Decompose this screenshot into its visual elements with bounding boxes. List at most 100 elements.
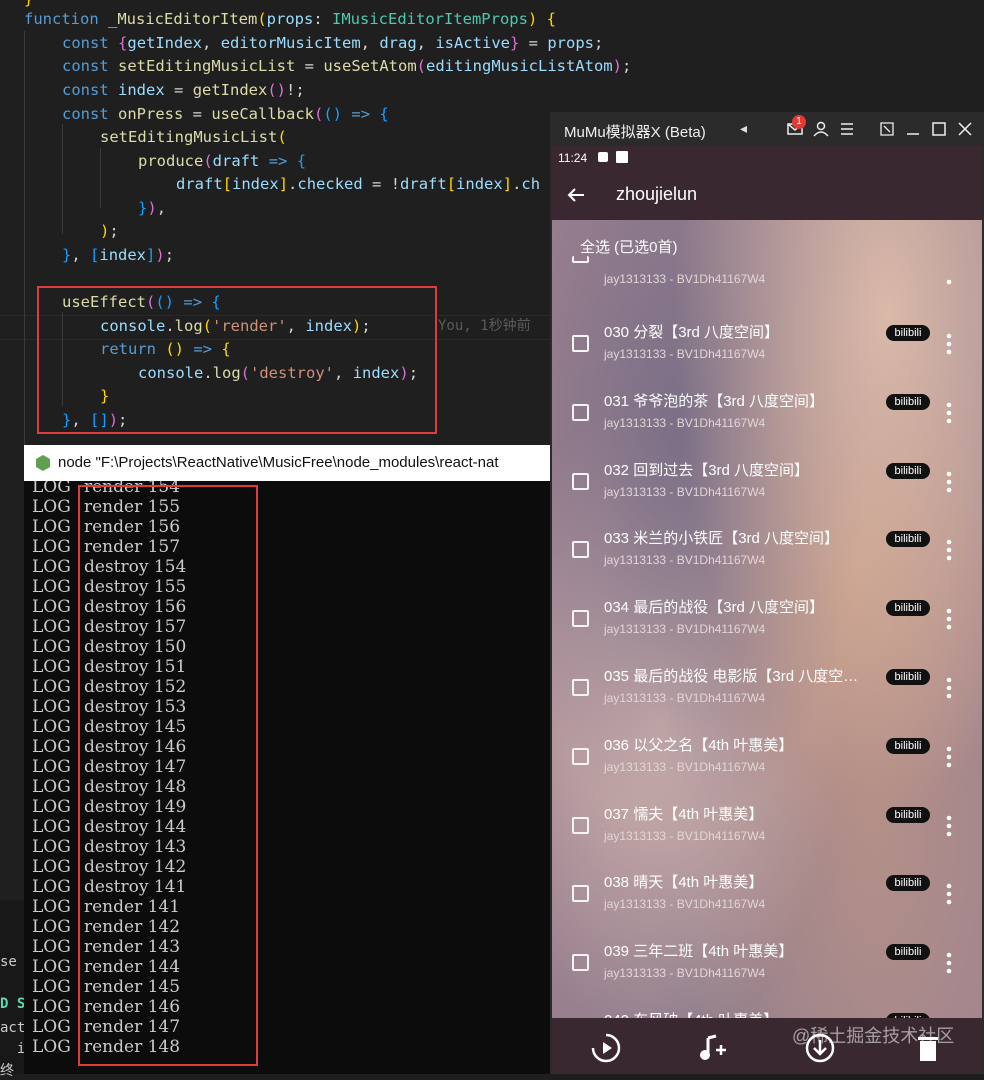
more-options-icon[interactable]: [946, 815, 952, 837]
more-options-icon[interactable]: [946, 883, 952, 905]
minimize-icon[interactable]: [904, 120, 922, 138]
log-level: LOG: [32, 757, 71, 777]
log-level: LOG: [32, 937, 71, 957]
checkbox[interactable]: [572, 256, 589, 263]
status-time: 11:24: [558, 151, 588, 165]
track-title: 030 分裂【3rd 八度空间】: [604, 324, 780, 341]
log-level: LOG: [32, 537, 71, 557]
checkbox[interactable]: [572, 541, 589, 559]
checkbox[interactable]: [572, 954, 589, 972]
app-title: zhoujielun: [616, 184, 698, 204]
track-subtitle: jay1313133 - BV1Dh41167W4: [604, 759, 766, 774]
fullscreen-icon[interactable]: [878, 120, 896, 138]
fragment-text: in: [16, 1041, 24, 1057]
code-line: const onPress = useCallback(() => {: [62, 105, 389, 123]
more-options-icon[interactable]: [946, 539, 952, 561]
track-subtitle: jay1313133 - BV1Dh41167W4: [604, 691, 766, 705]
indent-guide: [100, 148, 101, 208]
checkbox[interactable]: [572, 885, 589, 903]
source-badge: bilibili: [886, 875, 930, 892]
background-terminal-fragment: se D S act in 终: [0, 900, 24, 1079]
code-line: const setEditingMusicList = useSetAtom(e…: [62, 57, 632, 75]
list-item[interactable]: 034 最后的战役【3rd 八度空间】 jay1313133 - BV1Dh411…: [552, 582, 982, 651]
more-options-icon[interactable]: [946, 402, 952, 424]
track-title: 034 最后的战役【3rd 八度空间】: [604, 599, 825, 617]
log-level: LOG: [32, 837, 71, 857]
indent-guide: [62, 124, 63, 234]
track-title: 033 米兰的小铁匠【3rd 八度空间】: [604, 530, 840, 548]
source-badge: bilibili: [886, 806, 930, 823]
code-line: const {getIndex, editorMusicItem, drag, …: [62, 34, 604, 52]
log-level: LOG: [32, 737, 71, 757]
more-options-icon[interactable]: [946, 677, 952, 699]
list-item[interactable]: 035 最后的战役 电影版【3rd 八度空间】 jay1313133 - BV1D…: [552, 651, 982, 720]
app-notification-icon: [598, 152, 608, 162]
log-level: LOG: [32, 637, 71, 657]
log-level: LOG: [32, 877, 71, 897]
log-level: LOG: [32, 917, 71, 937]
track-subtitle: jay1313133 - BV1Dh41167W4: [604, 828, 766, 843]
more-options-icon[interactable]: [946, 471, 952, 493]
terminal-titlebar[interactable]: node "F:\Projects\ReactNative\MusicFree\…: [24, 445, 554, 481]
more-options-icon[interactable]: [946, 333, 952, 355]
menu-icon[interactable]: [838, 120, 856, 138]
list-item[interactable]: 036 以父之名【4th 叶惠美】 jay1313133 - BV1Dh41167…: [552, 720, 982, 789]
list-item[interactable]: 038 晴天【4th 叶惠美】 jay1313133 - BV1Dh41167W4…: [552, 857, 982, 926]
terminal-title: node "F:\Projects\ReactNative\MusicFree\…: [58, 454, 499, 471]
code-line: setEditingMusicList(: [100, 128, 287, 146]
back-arrow-icon[interactable]: [566, 185, 586, 205]
log-level: LOG: [32, 517, 71, 537]
fragment-text: 终: [0, 1063, 14, 1079]
highlight-box: [37, 286, 437, 434]
play-next-icon[interactable]: [590, 1032, 622, 1064]
maximize-icon[interactable]: [930, 120, 948, 138]
checkbox[interactable]: [572, 816, 589, 834]
android-screen[interactable]: 11:24 zhoujielun 全选 (已选0首) jay1313133 - …: [552, 146, 982, 1074]
close-icon[interactable]: [956, 120, 974, 138]
log-level: LOG: [32, 557, 71, 577]
checkbox[interactable]: [572, 335, 589, 352]
log-level: LOG: [32, 657, 71, 677]
app-bar: zhoujielun: [552, 170, 982, 220]
list-item[interactable]: 030 分裂【3rd 八度空间】 jay1313133 - BV1Dh41167W…: [552, 307, 982, 376]
more-options-icon[interactable]: [946, 608, 952, 630]
log-level: LOG: [32, 481, 71, 497]
checkbox[interactable]: [572, 679, 589, 696]
log-level: LOG: [32, 777, 71, 797]
track-title: 031 爷爷泡的茶【3rd 八度空间】: [604, 392, 825, 410]
list-item[interactable]: 033 米兰的小铁匠【3rd 八度空间】 jay1313133 - BV1Dh41…: [552, 513, 982, 582]
code-line: produce(draft => {: [138, 152, 307, 170]
source-badge: bilibili: [886, 531, 930, 548]
watermark: @稀土掘金技术社区: [792, 1026, 955, 1046]
track-title: 037 懦夫【4th 叶惠美】: [604, 805, 764, 823]
checkbox[interactable]: [572, 472, 589, 490]
log-level: LOG: [32, 717, 71, 737]
log-level: LOG: [32, 697, 71, 717]
code-line: }),: [138, 199, 167, 217]
list-item[interactable]: 032 回到过去【3rd 八度空间】 jay1313133 - BV1Dh4116…: [552, 445, 982, 514]
more-options-icon[interactable]: [946, 746, 952, 768]
more-options-icon[interactable]: [946, 274, 952, 285]
track-subtitle: jay1313133 - BV1Dh41167W4: [604, 347, 766, 361]
emulator-titlebar[interactable]: MuMu模拟器X (Beta) ◂ 1: [550, 112, 984, 146]
mumu-emulator-window[interactable]: MuMu模拟器X (Beta) ◂ 1 11:24 zhoujielun 全选 …: [550, 112, 984, 1074]
more-options-icon[interactable]: [946, 952, 952, 974]
checkbox[interactable]: [572, 403, 589, 421]
checkbox[interactable]: [572, 747, 589, 765]
add-to-playlist-icon[interactable]: [696, 1032, 728, 1064]
code-line: draft[index].checked = !draft[index].ch: [176, 175, 541, 193]
nodejs-icon: [36, 455, 50, 471]
notification-badge: 1: [792, 115, 806, 129]
list-item[interactable]: 037 懦夫【4th 叶惠美】 jay1313133 - BV1Dh41167W4…: [552, 789, 982, 858]
checkbox[interactable]: [572, 610, 589, 628]
code-line: const index = getIndex()!;: [62, 81, 305, 99]
list-item[interactable]: 039 三年二班【4th 叶惠美】 jay1313133 - BV1Dh41167…: [552, 926, 982, 995]
track-title: 038 晴天【4th 叶惠美】: [604, 874, 764, 892]
list-item[interactable]: 031 爷爷泡的茶【3rd 八度空间】 jay1313133 - BV1Dh411…: [552, 376, 982, 445]
user-icon[interactable]: [812, 120, 830, 138]
highlight-box: [78, 485, 258, 1066]
log-level: LOG: [32, 597, 71, 617]
collapse-arrow-icon[interactable]: ◂: [740, 120, 747, 137]
notification-square-icon: [616, 151, 628, 163]
log-level: LOG: [32, 577, 71, 597]
